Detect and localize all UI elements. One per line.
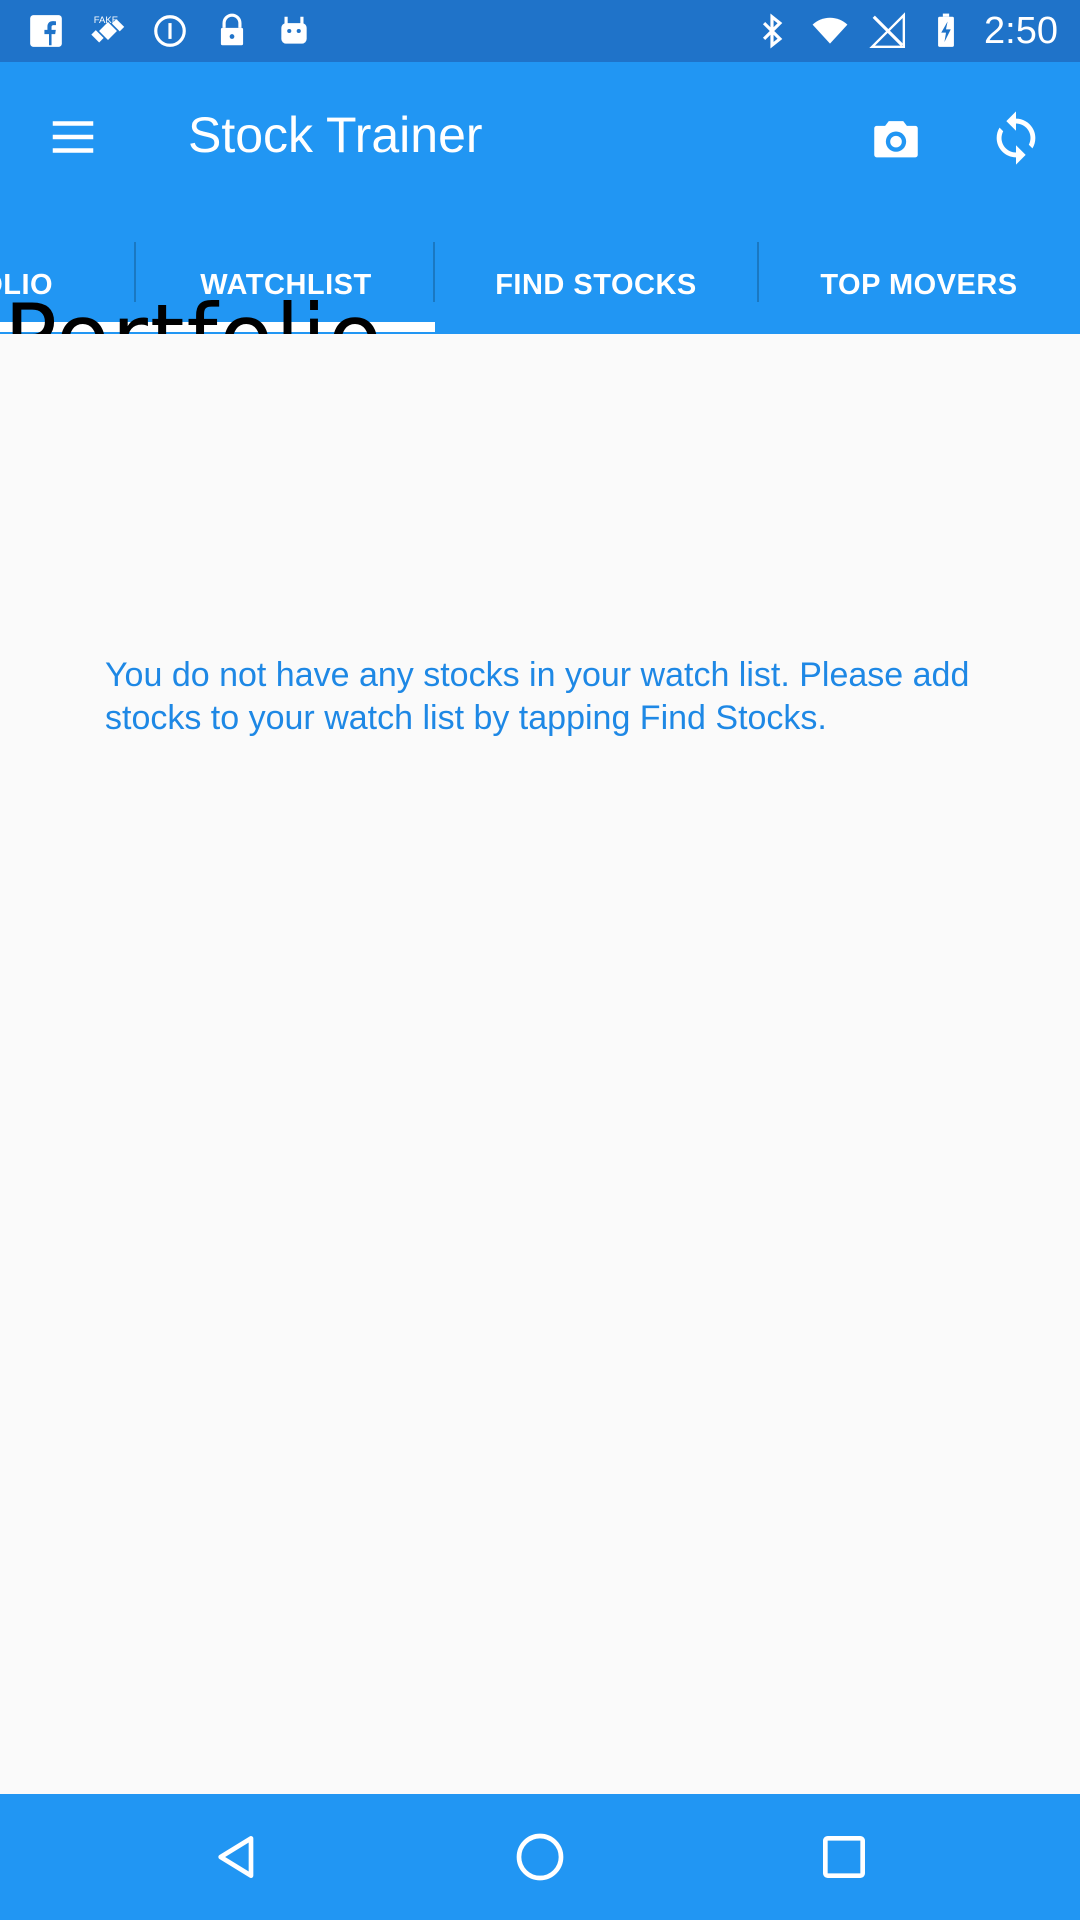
status-bar: FAKE 2:50 — [0, 0, 1080, 62]
lock-icon — [212, 11, 252, 51]
tab-divider — [433, 242, 435, 302]
info-icon — [150, 11, 190, 51]
battery-icon — [926, 11, 966, 51]
refresh-button[interactable] — [978, 100, 1054, 176]
facebook-icon — [26, 11, 66, 51]
empty-watchlist-message: You do not have any stocks in your watch… — [105, 656, 970, 737]
menu-icon — [52, 121, 94, 153]
signal-icon — [868, 11, 908, 51]
tab-find-stocks-label: FIND STOCKS — [495, 268, 697, 301]
refresh-icon — [996, 111, 1036, 165]
android-icon — [274, 11, 314, 51]
watchlist-content: You do not have any stocks in your watch… — [0, 334, 1080, 1794]
camera-button[interactable] — [858, 100, 934, 176]
status-right-icons: 2:50 — [752, 8, 1058, 54]
app-title: Stock Trainer — [188, 107, 483, 163]
status-time: 2:50 — [984, 9, 1058, 52]
tab-top-movers[interactable]: TOP MOVERS — [760, 236, 1078, 334]
status-left-icons: FAKE — [26, 8, 314, 54]
satellite-icon: FAKE — [88, 11, 128, 51]
back-button[interactable] — [202, 1822, 272, 1892]
system-nav-bar — [0, 1794, 1080, 1920]
home-button[interactable] — [505, 1822, 575, 1892]
tab-find-stocks[interactable]: FIND STOCKS — [436, 236, 756, 334]
camera-icon — [874, 121, 918, 158]
bluetooth-icon — [752, 11, 792, 51]
svg-text:FAKE: FAKE — [94, 15, 118, 26]
home-icon — [516, 1833, 564, 1881]
back-icon — [218, 1836, 254, 1878]
recent-apps-icon — [823, 1836, 865, 1878]
tab-divider — [757, 242, 759, 302]
recent-apps-button[interactable] — [809, 1822, 879, 1892]
tab-top-movers-label: TOP MOVERS — [820, 268, 1018, 301]
wifi-icon — [810, 11, 850, 51]
menu-button[interactable] — [38, 102, 108, 172]
